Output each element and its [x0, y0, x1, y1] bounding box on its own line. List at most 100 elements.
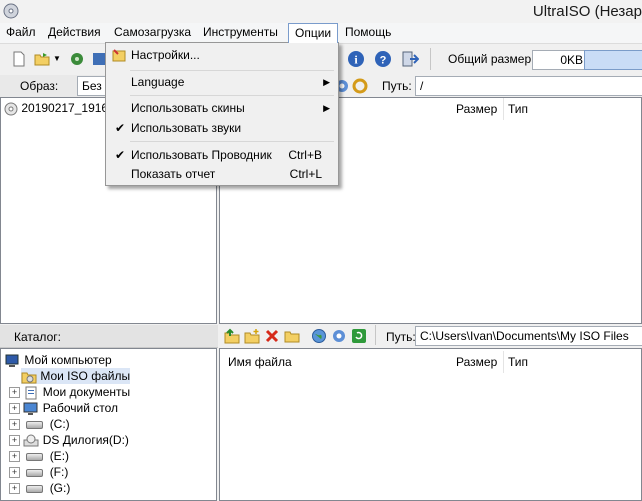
- menu-item-language[interactable]: Language ▶: [108, 72, 336, 92]
- tree-item-drive-f[interactable]: + (F:): [9, 464, 68, 480]
- menu-item-shortcut: Ctrl+L: [289, 167, 322, 181]
- exit-button[interactable]: [399, 48, 421, 70]
- expand-icon[interactable]: +: [9, 467, 20, 479]
- catalog-path-label: Путь:: [386, 330, 416, 344]
- globe-icon[interactable]: [311, 328, 327, 344]
- settings-icon: [112, 49, 126, 62]
- refresh-icon[interactable]: [352, 78, 368, 94]
- cd-drive-icon: [23, 434, 39, 447]
- tree-item-drive-g[interactable]: + (G:): [9, 480, 70, 496]
- tree-item-drive-c[interactable]: + (C:): [9, 416, 70, 432]
- catalog-file-list: Имя файла Размер Тип: [219, 348, 642, 501]
- catalog-label: Каталог:: [14, 330, 61, 344]
- menu-boot[interactable]: Самозагрузка: [108, 23, 197, 43]
- open-button[interactable]: [31, 48, 53, 70]
- info-button[interactable]: i: [345, 48, 367, 70]
- catalog-col-type[interactable]: Тип: [503, 351, 638, 373]
- options-dropdown-menu: Настройки... Language ▶ Использовать ски…: [105, 42, 339, 186]
- help-button[interactable]: ?: [372, 48, 394, 70]
- menu-item-label: Использовать Проводник: [131, 148, 272, 162]
- menu-actions[interactable]: Действия: [42, 23, 107, 43]
- submenu-arrow-icon: ▶: [323, 103, 330, 113]
- image-path-field[interactable]: /: [415, 76, 642, 96]
- menu-separator: [130, 95, 334, 96]
- tree-label: Мои ISO файлы: [40, 369, 131, 383]
- image-tree-item[interactable]: 20190217_1916: [4, 100, 108, 116]
- total-size-bar: [584, 50, 642, 70]
- new-file-icon: [13, 51, 25, 67]
- menu-help[interactable]: Помощь: [339, 23, 397, 43]
- tree-item-desktop[interactable]: + Рабочий стол: [9, 400, 118, 416]
- open-folder-icon: [34, 53, 50, 66]
- extract-button[interactable]: [66, 48, 88, 70]
- menu-item-label: Использовать скины: [131, 101, 245, 115]
- tree-label: DS Дилогия(D:): [42, 433, 129, 447]
- settings-gear-icon[interactable]: [331, 328, 347, 344]
- folder-icon[interactable]: [284, 328, 300, 344]
- total-size-label: Общий размер:: [448, 52, 535, 66]
- tree-label: (G:): [49, 481, 71, 495]
- documents-icon: [25, 386, 37, 400]
- catalog-col-filename[interactable]: Имя файла: [224, 351, 428, 373]
- computer-icon: [5, 354, 19, 367]
- expand-icon[interactable]: +: [9, 419, 20, 431]
- expand-icon[interactable]: +: [9, 403, 20, 415]
- drive-icon: [26, 420, 44, 429]
- catalog-tree-panel: Мой компьютер Мои ISO файлы + Мои докуме…: [0, 348, 217, 501]
- checkmark-icon: ✔: [115, 121, 126, 135]
- catalog-path-field[interactable]: C:\Users\Ivan\Documents\My ISO Files: [415, 326, 642, 346]
- expand-icon[interactable]: +: [9, 483, 20, 495]
- menu-item-label: Использовать звуки: [131, 121, 242, 135]
- image-col-size[interactable]: Размер: [452, 98, 506, 120]
- expand-icon[interactable]: +: [9, 387, 20, 399]
- window-title: UltraISO (Незар: [532, 3, 642, 20]
- submenu-arrow-icon: ▶: [323, 77, 330, 87]
- total-size-value: 0KB: [532, 50, 588, 70]
- menu-item-settings[interactable]: Настройки...: [108, 45, 336, 65]
- tree-label: (C:): [49, 417, 70, 431]
- tree-item-drive-d[interactable]: + DS Дилогия(D:): [9, 432, 129, 448]
- drive-icon: [26, 468, 44, 477]
- image-tree-label: 20190217_1916: [21, 101, 109, 115]
- menu-file[interactable]: Файл: [0, 23, 42, 43]
- catalog-col-size[interactable]: Размер: [452, 351, 506, 373]
- refresh-icon[interactable]: [351, 328, 367, 344]
- catalog-bar: Каталог:: [0, 325, 218, 348]
- tree-label: (F:): [49, 465, 69, 479]
- menu-options[interactable]: Опции: [288, 23, 339, 43]
- toolbar-separator: [430, 48, 431, 70]
- desktop-icon: [23, 402, 38, 415]
- catalog-list-header: Имя файла Размер Тип: [220, 351, 641, 373]
- help-icon: ?: [375, 51, 391, 67]
- catalog-toolbar: Путь: C:\Users\Ivan\Documents\My ISO Fil…: [221, 325, 642, 347]
- open-dropdown-arrow-icon[interactable]: ▼: [53, 54, 61, 63]
- tree-label: Мой компьютер: [24, 353, 112, 367]
- tree-item-my-documents[interactable]: + Мои документы: [9, 384, 130, 400]
- menu-item-use-skins[interactable]: Использовать скины ▶: [108, 98, 336, 118]
- menu-separator: [130, 70, 334, 71]
- catalog-toolbar-separator: [375, 325, 376, 345]
- expand-icon[interactable]: +: [9, 451, 20, 463]
- tree-item-my-computer[interactable]: Мой компьютер: [5, 352, 112, 368]
- menu-tools[interactable]: Инструменты: [197, 23, 284, 43]
- exit-icon: [402, 51, 419, 67]
- iso-folder-icon: [21, 372, 37, 384]
- new-file-button[interactable]: [8, 48, 30, 70]
- menu-item-use-sounds[interactable]: ✔ Использовать звуки: [108, 118, 336, 138]
- menu-item-show-report[interactable]: Показать отчет Ctrl+L: [108, 164, 336, 184]
- tree-item-my-iso-files[interactable]: Мои ISO файлы: [21, 368, 131, 384]
- tree-label: Рабочий стол: [42, 401, 119, 415]
- extract-icon: [71, 53, 83, 65]
- expand-icon[interactable]: +: [9, 435, 20, 447]
- menu-item-shortcut: Ctrl+B: [288, 148, 322, 162]
- menu-item-label: Language: [131, 75, 185, 89]
- image-col-type[interactable]: Тип: [503, 98, 638, 120]
- delete-icon[interactable]: [264, 328, 280, 344]
- svg-text:?: ?: [380, 55, 387, 67]
- tree-item-drive-e[interactable]: + (E:): [9, 448, 69, 464]
- title-bar: UltraISO (Незар: [0, 0, 642, 23]
- up-folder-icon[interactable]: [224, 328, 240, 344]
- menu-item-use-explorer[interactable]: ✔ Использовать Проводник Ctrl+B: [108, 145, 336, 165]
- menu-item-label: Настройки...: [131, 48, 200, 62]
- new-folder-icon[interactable]: [244, 328, 260, 344]
